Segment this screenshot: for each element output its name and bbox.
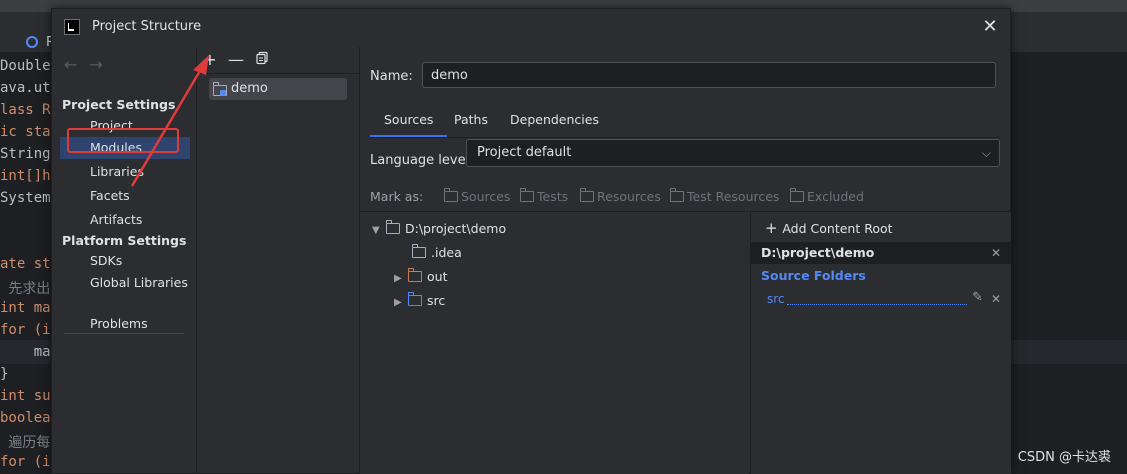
chevron-right-icon[interactable]: ▶ [394,292,408,314]
module-name-field[interactable] [422,62,996,88]
mark-as-tests[interactable]: Tests [520,188,569,204]
remove-source-folder-icon[interactable]: ✕ [991,292,1001,306]
arrow-left-icon[interactable]: ← [64,55,77,74]
dialog-title: Project Structure [92,19,202,34]
nav-item-facets[interactable]: Facets [60,185,190,207]
language-level-label: Language level: [370,153,474,168]
file-icon [26,36,38,48]
remove-module-button[interactable]: — [227,51,245,69]
settings-nav: ← → Project Settings Project Modules Libr… [52,47,197,473]
modules-panel: + — demo [197,47,360,473]
mark-as-resources-label: Resources [597,189,661,204]
module-badge-icon [220,90,226,96]
arrow-right-icon[interactable]: → [89,55,102,74]
module-item-demo[interactable]: demo [209,78,347,100]
dotted-leader [787,304,967,305]
folder-icon [386,220,400,234]
mark-as-label: Mark as: [370,189,424,204]
module-tabs: Sources Paths Dependencies [370,109,1000,138]
nav-arrows: ← → [64,55,115,74]
code-line: } [0,366,9,382]
module-settings-panel: Name: Sources Paths Dependencies Languag… [360,47,1011,474]
mark-as-sources[interactable]: Sources [444,188,511,204]
add-content-root-label: Add Content Root [782,221,893,236]
tree-item-out[interactable]: ▶ out [394,266,447,288]
add-content-root-button[interactable]: + Add Content Root [765,219,893,237]
folder-icon [444,188,458,202]
nav-item-artifacts[interactable]: Artifacts [60,209,190,231]
nav-item-problems[interactable]: Problems [60,313,190,335]
module-label: demo [231,81,268,96]
mark-as-tests-label: Tests [537,189,569,204]
remove-root-icon[interactable]: ✕ [991,242,1001,264]
close-button[interactable]: ✕ [980,17,1000,37]
mark-as-resources[interactable]: Resources [580,188,661,204]
plus-icon: + [765,219,783,237]
code-line: 先求出 [0,281,51,297]
language-level-value: Project default [477,145,572,160]
annotation-highlight-box [67,128,179,153]
tab-dependencies[interactable]: Dependencies [496,109,613,137]
content-root-header: D:\project\demo ✕ [751,242,1011,264]
project-structure-dialog: Project Structure ✕ ← → Project Settings … [51,8,1011,474]
code-line: 遍历每 [0,435,51,451]
folder-icon [408,268,422,282]
folder-icon [520,188,534,202]
name-label: Name: [370,69,413,84]
dialog-title-bar: Project Structure ✕ [52,9,1010,47]
project-settings-header: Project Settings [62,97,176,112]
content-root-path: D:\project\demo [761,245,875,260]
tree-root[interactable]: ▼ D:\project\demo [372,218,506,240]
add-module-button[interactable]: + [201,51,219,69]
platform-settings-header: Platform Settings [62,233,187,248]
content-roots-panel: + Add Content Root D:\project\demo ✕ Sou… [750,211,1011,474]
source-folder-name: src [767,292,785,306]
folder-icon [790,188,804,202]
tree-item-idea[interactable]: .idea [398,242,462,264]
source-folders-header: Source Folders [761,268,866,283]
folder-icon [412,244,426,258]
language-level-select[interactable]: Project default ⌵ [466,139,1000,167]
modules-toolbar: + — [197,47,359,74]
folder-icon [408,292,422,306]
nav-item-libraries[interactable]: Libraries [60,161,190,183]
watermark: CSDN @卡达裘 [1017,450,1111,465]
edit-pencil-icon[interactable]: ✎ [972,290,983,305]
copy-icon[interactable] [253,51,271,69]
intellij-icon [64,19,80,35]
chevron-down-icon: ▼ [372,225,380,236]
mark-as-test-resources[interactable]: Test Resources [670,188,780,204]
tree-item-label: src [427,293,446,308]
mark-as-excluded-label: Excluded [807,189,864,204]
tree-item-src[interactable]: ▶ src [394,290,445,312]
tree-item-label: out [427,269,448,284]
tree-item-label: .idea [431,245,462,260]
mark-as-sources-label: Sources [461,189,511,204]
mark-as-excluded[interactable]: Excluded [790,188,864,204]
nav-item-global-libraries[interactable]: Global Libraries [60,272,190,294]
folder-icon [580,188,594,202]
tree-root-label: D:\project\demo [405,221,507,236]
chevron-right-icon[interactable]: ▶ [394,268,408,290]
tab-paths[interactable]: Paths [440,109,502,137]
tab-sources[interactable]: Sources [370,109,448,137]
folder-icon [670,188,684,202]
chevron-down-icon: ⌵ [981,146,991,160]
source-folder-row[interactable]: src ✎ ✕ [767,290,1001,310]
nav-item-sdks[interactable]: SDKs [60,250,190,272]
mark-as-test-resources-label: Test Resources [687,189,780,204]
content-tree: ▼ D:\project\demo .idea ▶ out ▶ src [360,211,749,474]
